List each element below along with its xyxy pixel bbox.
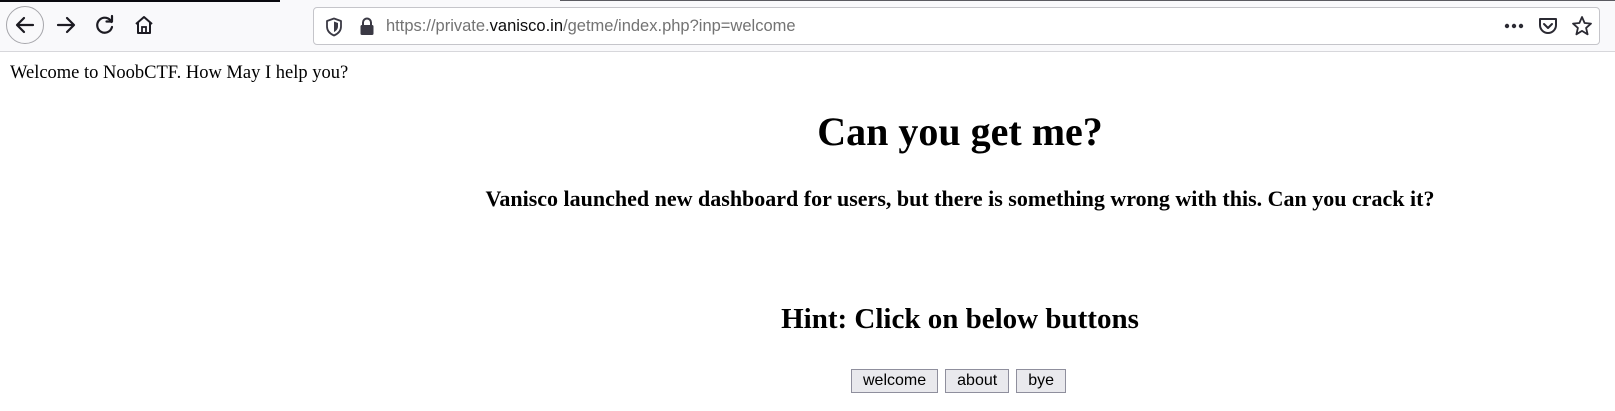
reload-button[interactable] <box>87 7 123 43</box>
home-button[interactable] <box>126 7 162 43</box>
more-icon[interactable] <box>1503 16 1525 36</box>
back-button[interactable] <box>6 6 44 44</box>
page-title: Can you get me? <box>817 109 1103 154</box>
forward-arrow-icon <box>56 16 76 34</box>
welcome-button[interactable]: welcome <box>851 369 939 393</box>
shield-icon[interactable] <box>325 17 343 37</box>
pocket-icon[interactable] <box>1537 15 1559 37</box>
active-tab-indicator <box>0 0 280 2</box>
about-button[interactable]: about <box>945 369 1010 393</box>
url-host: vanisco.in <box>489 17 564 35</box>
browser-toolbar: https://private.vanisco.in/getme/index.p… <box>0 0 1615 52</box>
url-prefix: https://private. <box>386 17 490 35</box>
url-path: /getme/index.php?inp=welcome <box>563 17 796 35</box>
url-text[interactable]: https://private.vanisco.in/getme/index.p… <box>386 8 796 44</box>
reload-icon <box>96 14 114 34</box>
home-icon <box>135 16 153 34</box>
page-subtitle: Vanisco launched new dashboard for users… <box>485 186 1435 211</box>
address-bar[interactable]: https://private.vanisco.in/getme/index.p… <box>313 7 1600 45</box>
back-arrow-icon <box>15 16 35 34</box>
lock-icon[interactable] <box>359 17 375 36</box>
welcome-message: Welcome to NoobCTF. How May I help you? <box>10 63 349 83</box>
hint-heading: Hint: Click on below buttons <box>781 303 1139 335</box>
tab-strip-border <box>560 0 1615 1</box>
button-group: welcome about bye <box>851 369 1066 393</box>
star-icon[interactable] <box>1571 15 1593 37</box>
bye-button[interactable]: bye <box>1016 369 1066 393</box>
page-content: Welcome to NoobCTF. How May I help you? … <box>0 52 1615 411</box>
forward-button[interactable] <box>48 7 84 43</box>
